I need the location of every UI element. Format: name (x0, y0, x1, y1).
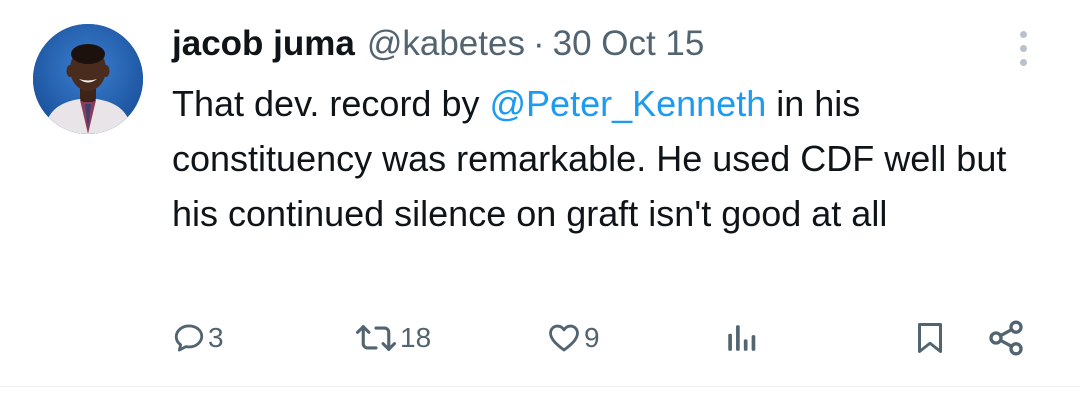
views-button[interactable] (724, 312, 758, 364)
views-icon (728, 325, 756, 351)
tweet[interactable]: jacob juma @kabetes · 30 Oct 15 That dev… (0, 0, 1080, 406)
author-avatar[interactable] (33, 24, 143, 134)
retweet-icon (356, 325, 396, 351)
retweet-count: 18 (400, 322, 432, 353)
like-count: 9 (584, 322, 600, 353)
profile-photo (33, 24, 143, 134)
bookmark-button[interactable] (912, 312, 948, 364)
like-button[interactable]: 9 (546, 312, 600, 364)
reply-icon (174, 324, 204, 352)
heart-icon (549, 324, 579, 352)
tweet-header: jacob juma @kabetes · 30 Oct 15 (172, 22, 704, 66)
tweet-text-part1: That dev. record by (172, 83, 490, 124)
header-separator: · (532, 24, 545, 63)
more-options-button[interactable] (1012, 28, 1036, 68)
share-button[interactable] (986, 312, 1026, 364)
bookmark-icon (918, 323, 942, 353)
author-name[interactable]: jacob juma (172, 24, 355, 64)
tweet-date[interactable]: 30 Oct 15 (553, 24, 705, 64)
action-bar: 3 18 9 (0, 312, 1080, 364)
author-handle[interactable]: @kabetes (367, 24, 525, 64)
reply-button[interactable]: 3 (172, 312, 224, 364)
share-icon (989, 320, 1023, 356)
mention-link[interactable]: @Peter_Kenneth (489, 83, 766, 124)
reply-count: 3 (208, 322, 224, 353)
tweet-divider (0, 386, 1080, 387)
retweet-button[interactable]: 18 (354, 312, 431, 364)
tweet-text: That dev. record by @Peter_Kenneth in hi… (172, 76, 1032, 241)
